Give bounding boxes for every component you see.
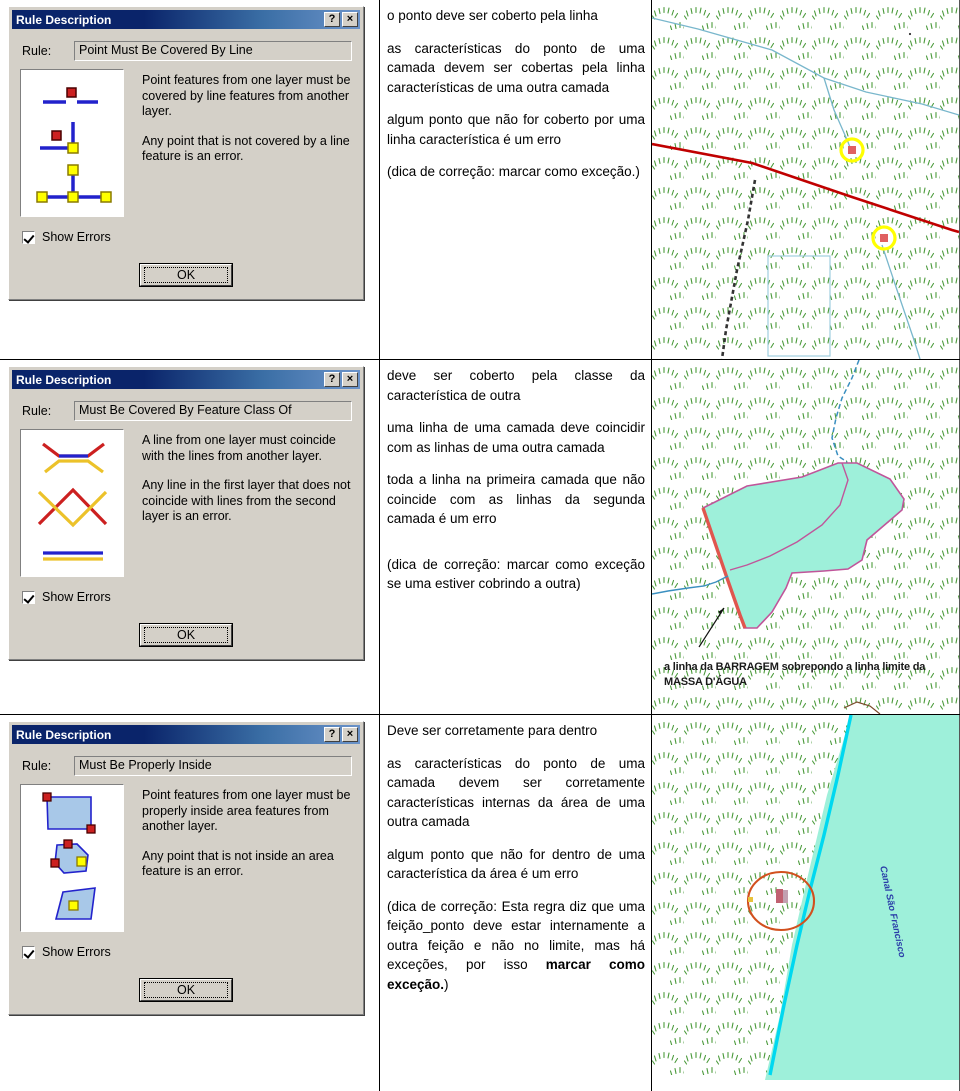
dialog-body: Rule: Must Be Properly Inside Point feat… <box>12 744 360 1011</box>
description-paragraph: (dica de correção: marcar como exceção.) <box>387 164 640 179</box>
text-cell-2: deve ser coberto pela classe da caracter… <box>380 360 652 714</box>
description-paragraph: o ponto deve ser coberto pela linha <box>387 8 598 23</box>
dialog-cell-2: Rule Description ? × Rule: Must Be Cover… <box>0 360 380 714</box>
checkbox-icon[interactable] <box>22 230 35 244</box>
show-errors-label: Show Errors <box>42 230 111 244</box>
dialog-body: Rule: Point Must Be Covered By Line Poin… <box>12 29 360 296</box>
text-cell-1: o ponto deve ser coberto pela linha as c… <box>380 0 652 359</box>
map-point-not-covered-by-line[interactable] <box>652 0 960 359</box>
diagram-svg <box>37 442 108 561</box>
description-paragraph: deve ser coberto pela classe da caracter… <box>387 368 645 403</box>
dialog-cell-1: Rule Description ? × Rule: Point Must Be… <box>0 0 380 359</box>
dialog-footer: OK <box>20 623 352 647</box>
map-svg <box>652 0 959 359</box>
diagram-and-description: A line from one layer must coincide with… <box>20 429 352 577</box>
point-inside-area-diagram <box>20 784 124 932</box>
description-paragraph: Any point that is not inside an area fea… <box>142 848 334 879</box>
description-paragraph-with-emphasis: (dica de correção: Esta regra diz que um… <box>387 897 645 995</box>
rule-description-text: Point features from one layer must be pr… <box>124 784 352 880</box>
description-paragraph: uma linha de uma camada deve coincidir c… <box>387 420 645 455</box>
ok-button-label: OK <box>144 982 228 998</box>
description-paragraph: algum ponto que não for dentro de uma ca… <box>387 846 645 882</box>
table-row: Rule Description ? × Rule: Must Be Cover… <box>0 360 960 715</box>
description-paragraph: as características do ponto de uma camad… <box>387 755 645 830</box>
rule-description-dialog-2[interactable]: Rule Description ? × Rule: Must Be Cover… <box>8 366 364 660</box>
hint-text-tail: ) <box>444 976 449 992</box>
description-paragraph: algum ponto que não for coberto por uma … <box>387 112 645 147</box>
dialog-cell-3: Rule Description ? × Rule: Must Be Prope… <box>0 715 380 1091</box>
checkbox-icon[interactable] <box>22 590 35 604</box>
map-caption: a linha da BARRAGEM sobrepondo a linha l… <box>664 661 926 688</box>
diagram-svg <box>42 792 96 920</box>
dialog-titlebar[interactable]: Rule Description ? × <box>12 370 360 389</box>
dialog-title: Rule Description <box>16 727 112 742</box>
diagram-svg <box>36 87 112 203</box>
ok-button[interactable]: OK <box>139 623 233 647</box>
show-errors-checkbox[interactable]: Show Errors <box>22 945 352 959</box>
description-paragraph: Deve ser corretamente para dentro <box>387 723 598 738</box>
dialog-title: Rule Description <box>16 12 112 27</box>
rule-label: Rule: <box>22 44 52 58</box>
description-paragraph: Any line in the first layer that does no… <box>142 478 351 523</box>
rule-description-text: A line from one layer must coincide with… <box>124 429 352 525</box>
rule-label: Rule: <box>22 759 52 773</box>
ok-button[interactable]: OK <box>139 978 233 1002</box>
ok-button-label: OK <box>144 267 228 283</box>
dialog-titlebar[interactable]: Rule Description ? × <box>12 10 360 29</box>
rule-value-field[interactable]: Must Be Covered By Feature Class Of <box>74 401 352 421</box>
map-canvas: a linha da BARRAGEM sobrepondo a linha l… <box>652 360 960 714</box>
dialog-body: Rule: Must Be Covered By Feature Class O… <box>12 389 360 656</box>
description-paragraph: Point features from one layer must be co… <box>142 73 351 118</box>
map-barragem-massa-dagua[interactable]: a linha da BARRAGEM sobrepondo a linha l… <box>652 360 960 714</box>
rule-description-comparison-page: Rule Description ? × Rule: Point Must Be… <box>0 0 960 1091</box>
map-canvas <box>652 0 960 359</box>
map-svg <box>652 715 959 1090</box>
point-covered-by-line-diagram <box>20 69 124 217</box>
close-icon[interactable]: × <box>342 372 358 387</box>
rule-field-row: Rule: Must Be Covered By Feature Class O… <box>22 401 352 421</box>
rule-label: Rule: <box>22 404 52 418</box>
dialog-title: Rule Description <box>16 372 112 387</box>
rule-description-dialog-3[interactable]: Rule Description ? × Rule: Must Be Prope… <box>8 721 364 1015</box>
diagram-and-description: Point features from one layer must be pr… <box>20 784 352 932</box>
help-icon[interactable]: ? <box>324 372 340 387</box>
table-row: Rule Description ? × Rule: Point Must Be… <box>0 0 960 360</box>
dialog-footer: OK <box>20 978 352 1002</box>
show-errors-checkbox[interactable]: Show Errors <box>22 590 352 604</box>
description-paragraph: toda a linha na primeira camada que não … <box>387 472 645 526</box>
rule-description-text: Point features from one layer must be co… <box>124 69 352 165</box>
help-icon[interactable]: ? <box>324 727 340 742</box>
close-icon[interactable]: × <box>342 12 358 27</box>
rule-value-field[interactable]: Must Be Properly Inside <box>74 756 352 776</box>
diagram-and-description: Point features from one layer must be co… <box>20 69 352 217</box>
line-coincide-diagram <box>20 429 124 577</box>
description-paragraph: Any point that is not covered by a line … <box>142 133 350 164</box>
help-icon[interactable]: ? <box>324 12 340 27</box>
show-errors-label: Show Errors <box>42 590 111 604</box>
table-row: Rule Description ? × Rule: Must Be Prope… <box>0 715 960 1091</box>
description-paragraph: A line from one layer must coincide with… <box>142 433 336 463</box>
map-canvas: Canal São Francisco <box>652 715 960 1091</box>
rule-value-field[interactable]: Point Must Be Covered By Line <box>74 41 352 61</box>
show-errors-label: Show Errors <box>42 945 111 959</box>
map-canal-sao-francisco[interactable]: Canal São Francisco <box>652 715 960 1091</box>
close-icon[interactable]: × <box>342 727 358 742</box>
dialog-titlebar[interactable]: Rule Description ? × <box>12 725 360 744</box>
ok-button[interactable]: OK <box>139 263 233 287</box>
show-errors-checkbox[interactable]: Show Errors <box>22 230 352 244</box>
text-cell-3: Deve ser corretamente para dentro as car… <box>380 715 652 1091</box>
rule-field-row: Rule: Point Must Be Covered By Line <box>22 41 352 61</box>
rule-field-row: Rule: Must Be Properly Inside <box>22 756 352 776</box>
dialog-footer: OK <box>20 263 352 287</box>
rule-description-dialog-1[interactable]: Rule Description ? × Rule: Point Must Be… <box>8 6 364 300</box>
checkbox-icon[interactable] <box>22 945 35 959</box>
description-paragraph: Point features from one layer must be pr… <box>142 788 351 833</box>
description-paragraph: as características do ponto de uma camad… <box>387 40 645 95</box>
ok-button-label: OK <box>144 627 228 643</box>
description-paragraph: (dica de correção: marcar como exceção s… <box>387 556 645 592</box>
